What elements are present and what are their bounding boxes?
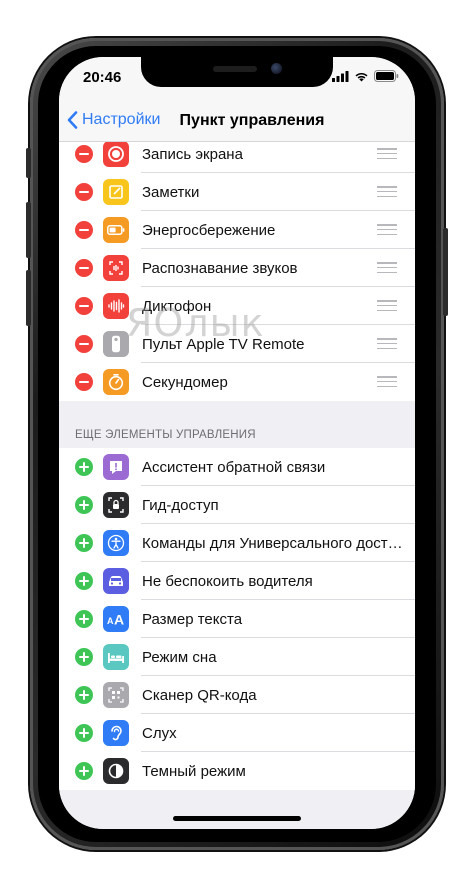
dark-mode-icon bbox=[103, 758, 129, 784]
battery-icon bbox=[103, 217, 129, 243]
remove-button[interactable] bbox=[75, 259, 93, 277]
bed-icon bbox=[103, 644, 129, 670]
remove-button[interactable] bbox=[75, 373, 93, 391]
volume-up-button bbox=[26, 202, 31, 258]
controls-list[interactable]: Запись экрана Заметки Энергосбережение Р… bbox=[59, 135, 415, 829]
home-indicator[interactable] bbox=[173, 816, 301, 821]
svg-text:A: A bbox=[107, 616, 114, 626]
reorder-handle-icon[interactable] bbox=[377, 338, 397, 350]
control-label: Заметки bbox=[142, 184, 200, 201]
add-button[interactable] bbox=[75, 724, 93, 742]
volume-down-button bbox=[26, 270, 31, 326]
signal-icon bbox=[332, 70, 349, 82]
section-gap: ЕЩЕ ЭЛЕМЕНТЫ УПРАВЛЕНИЯ bbox=[59, 401, 415, 448]
remove-button[interactable] bbox=[75, 335, 93, 353]
more-row-hearing[interactable]: Слух bbox=[59, 714, 415, 752]
control-label: Энергосбережение bbox=[142, 222, 276, 239]
more-row-guided-access[interactable]: Гид-доступ bbox=[59, 486, 415, 524]
reorder-handle-icon[interactable] bbox=[377, 186, 397, 198]
more-row-sleep-mode[interactable]: Режим сна bbox=[59, 638, 415, 676]
control-label: Распознавание звуков bbox=[142, 260, 298, 277]
remove-button[interactable] bbox=[75, 221, 93, 239]
notch bbox=[141, 57, 333, 87]
included-row-stopwatch[interactable]: Секундомер bbox=[59, 363, 415, 401]
control-label: Запись экрана bbox=[142, 146, 243, 163]
screen: 20:46 Настройки Пункт управления Запись … bbox=[59, 57, 415, 829]
reorder-handle-icon[interactable] bbox=[377, 262, 397, 274]
notes-icon bbox=[103, 179, 129, 205]
control-label: Ассистент обратной связи bbox=[142, 459, 326, 476]
included-row-low-power[interactable]: Энергосбережение bbox=[59, 211, 415, 249]
navigation-bar: Настройки Пункт управления bbox=[59, 101, 415, 142]
included-row-notes[interactable]: Заметки bbox=[59, 173, 415, 211]
more-row-accessibility-shortcuts[interactable]: Команды для Универсального дост… bbox=[59, 524, 415, 562]
speaker-grille bbox=[213, 66, 257, 72]
more-row-qr-scanner[interactable]: Сканер QR-кода bbox=[59, 676, 415, 714]
car-icon bbox=[103, 568, 129, 594]
reorder-handle-icon[interactable] bbox=[377, 376, 397, 388]
svg-text:A: A bbox=[114, 612, 124, 626]
more-row-text-size[interactable]: AA Размер текста bbox=[59, 600, 415, 638]
control-label: Режим сна bbox=[142, 649, 217, 666]
qr-code-icon bbox=[103, 682, 129, 708]
battery-status-icon bbox=[374, 70, 399, 82]
add-button[interactable] bbox=[75, 534, 93, 552]
add-button[interactable] bbox=[75, 496, 93, 514]
mute-switch bbox=[26, 148, 31, 178]
more-row-dark-mode[interactable]: Темный режим bbox=[59, 752, 415, 790]
section-title-more-controls: ЕЩЕ ЭЛЕМЕНТЫ УПРАВЛЕНИЯ bbox=[75, 429, 256, 441]
control-label: Темный режим bbox=[142, 763, 246, 780]
remove-button[interactable] bbox=[75, 183, 93, 201]
feedback-icon bbox=[103, 454, 129, 480]
front-camera bbox=[271, 63, 282, 74]
status-time: 20:46 bbox=[83, 69, 122, 86]
more-row-feedback[interactable]: Ассистент обратной связи bbox=[59, 448, 415, 486]
status-icons bbox=[332, 70, 399, 82]
screen-record-icon bbox=[103, 141, 129, 167]
page-title: Пункт управления bbox=[179, 112, 325, 129]
control-label: Размер текста bbox=[142, 611, 243, 628]
control-label: Команды для Универсального дост… bbox=[142, 535, 401, 552]
watermark-logo: ЯОлык bbox=[126, 301, 265, 345]
remove-button[interactable] bbox=[75, 145, 93, 163]
reorder-handle-icon[interactable] bbox=[377, 224, 397, 236]
guided-access-icon bbox=[103, 492, 129, 518]
reorder-handle-icon[interactable] bbox=[377, 148, 397, 160]
control-label: Сканер QR-кода bbox=[142, 687, 257, 704]
accessibility-icon bbox=[103, 530, 129, 556]
list-footer bbox=[59, 790, 415, 829]
add-button[interactable] bbox=[75, 762, 93, 780]
sound-recognition-icon bbox=[103, 255, 129, 281]
control-label: Гид-доступ bbox=[142, 497, 219, 514]
power-button bbox=[443, 228, 448, 316]
text-size-icon: AA bbox=[103, 606, 129, 632]
add-button[interactable] bbox=[75, 572, 93, 590]
control-label: Секундомер bbox=[142, 374, 228, 391]
add-button[interactable] bbox=[75, 458, 93, 476]
add-button[interactable] bbox=[75, 686, 93, 704]
reorder-handle-icon[interactable] bbox=[377, 300, 397, 312]
remove-button[interactable] bbox=[75, 297, 93, 315]
add-button[interactable] bbox=[75, 648, 93, 666]
add-button[interactable] bbox=[75, 610, 93, 628]
stopwatch-icon bbox=[103, 369, 129, 395]
wifi-icon bbox=[355, 72, 368, 81]
control-label: Не беспокоить водителя bbox=[142, 573, 313, 590]
included-row-sound-recognition[interactable]: Распознавание звуков bbox=[59, 249, 415, 287]
ear-icon bbox=[103, 720, 129, 746]
control-label: Слух bbox=[142, 725, 177, 742]
more-row-do-not-disturb-driving[interactable]: Не беспокоить водителя bbox=[59, 562, 415, 600]
